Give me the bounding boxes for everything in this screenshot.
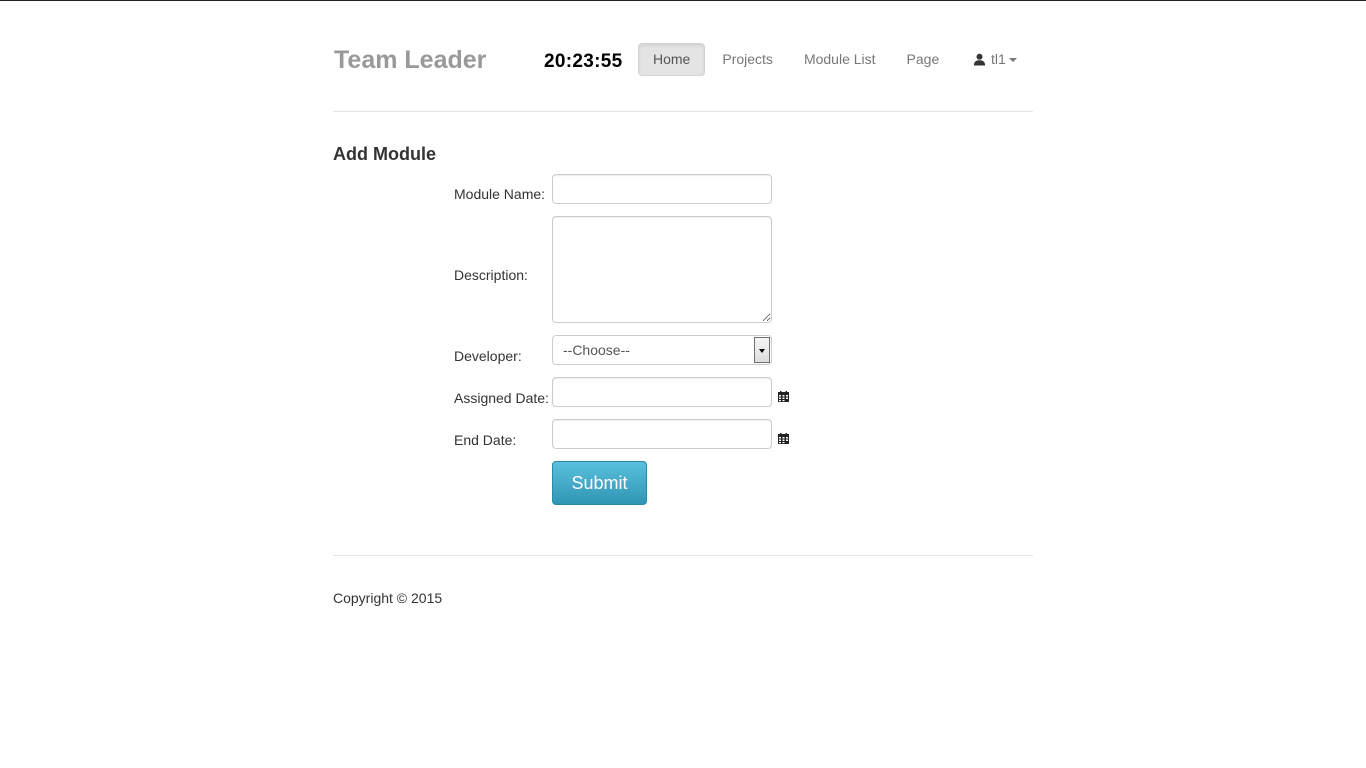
- dropdown-arrow-icon: [759, 349, 765, 353]
- user-menu[interactable]: tl1: [973, 51, 1017, 67]
- clock: 20:23:55: [544, 51, 623, 72]
- developer-selected-value: --Choose--: [563, 342, 630, 358]
- footer-divider: [333, 555, 1033, 556]
- nav-projects[interactable]: Projects: [708, 43, 787, 76]
- module-name-input[interactable]: [552, 174, 772, 204]
- developer-label: Developer:: [454, 348, 522, 364]
- select-dropdown-button[interactable]: [754, 337, 770, 363]
- nav-home[interactable]: Home: [638, 43, 706, 76]
- end-date-label: End Date:: [454, 432, 517, 448]
- calendar-icon[interactable]: [778, 391, 789, 402]
- user-icon: [973, 53, 986, 66]
- page-title: Add Module: [333, 144, 436, 164]
- brand-title: Team Leader: [334, 46, 487, 74]
- submit-button[interactable]: Submit: [552, 461, 647, 505]
- user-name: tl1: [991, 51, 1006, 67]
- main-nav: Home Projects Module List Page: [638, 43, 956, 76]
- calendar-icon[interactable]: [778, 433, 789, 444]
- developer-select[interactable]: --Choose--: [552, 335, 772, 365]
- assigned-date-input[interactable]: [552, 377, 772, 407]
- page-container: Team Leader 20:23:55 Home Projects Modul…: [333, 0, 1033, 606]
- assigned-date-label: Assigned Date:: [454, 390, 549, 406]
- description-textarea[interactable]: [552, 216, 772, 323]
- caret-down-icon: [1008, 58, 1017, 62]
- nav-page[interactable]: Page: [893, 43, 954, 76]
- nav-module-list[interactable]: Module List: [790, 43, 890, 76]
- module-name-label: Module Name:: [454, 186, 546, 202]
- copyright-text: Copyright © 2015: [333, 590, 443, 606]
- end-date-input[interactable]: [552, 419, 772, 449]
- header: Team Leader 20:23:55 Home Projects Modul…: [333, 0, 1033, 112]
- description-label: Description:: [454, 267, 528, 283]
